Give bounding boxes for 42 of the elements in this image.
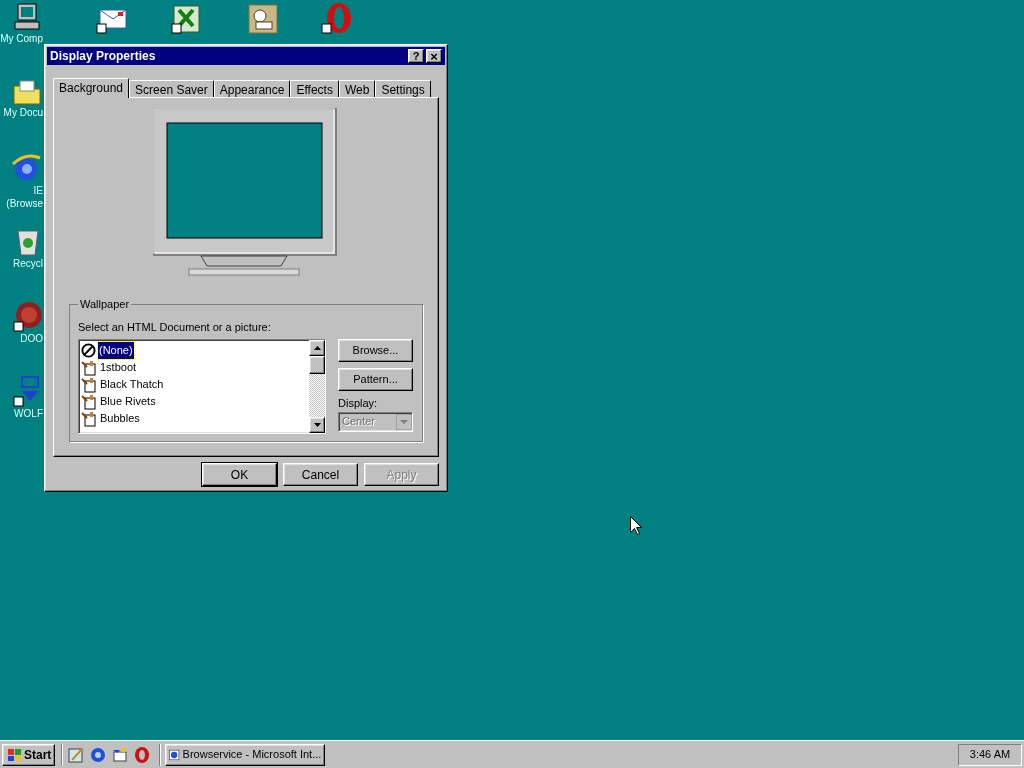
desktop-icon-label[interactable]: DOO	[20, 332, 43, 345]
list-label: Select an HTML Document or a picture:	[78, 319, 272, 335]
spreadsheet-icon[interactable]	[171, 4, 201, 34]
display-label: Display:	[338, 396, 379, 411]
no-entry-icon	[81, 343, 96, 358]
list-item[interactable]: Black Thatch	[99, 376, 165, 393]
tab[interactable]: Effects	[290, 80, 339, 97]
list-item[interactable]: (None)	[98, 342, 134, 359]
close-button[interactable]: ×	[426, 49, 442, 63]
list-item[interactable]: 1stboot	[99, 359, 138, 376]
letter-o-logo-icon[interactable]	[320, 2, 354, 34]
dialog-button[interactable]: OK	[202, 463, 277, 486]
tab[interactable]: Screen Saver	[129, 80, 214, 97]
group-label: Wallpaper	[79, 297, 131, 312]
scroll-up-icon[interactable]	[313, 346, 321, 350]
tab[interactable]: Appearance	[213, 80, 291, 97]
pencil-note-icon[interactable]	[67, 745, 86, 764]
scroll-down-icon[interactable]	[313, 423, 321, 427]
window-title: Display Properties	[50, 48, 156, 65]
desktop-icon-label[interactable]: My Comp	[0, 32, 43, 45]
scrollbar[interactable]	[309, 340, 325, 433]
taskbar-clock: 3:46 AM	[958, 743, 1022, 766]
tab[interactable]: Background	[53, 78, 130, 98]
list-item[interactable]: Blue Rivets	[99, 393, 157, 410]
tab[interactable]: Web	[338, 80, 376, 97]
taskbar-task-button[interactable]: Browservice - Microsoft Int...	[165, 743, 326, 766]
browse-button[interactable]: Browse...	[338, 339, 413, 362]
scroll-thumb[interactable]	[309, 356, 325, 374]
folder-icon[interactable]	[12, 78, 42, 106]
list-item[interactable]: Bubbles	[99, 410, 141, 427]
desktop-icon-label[interactable]: My Docu	[3, 106, 43, 119]
dialog-button[interactable]: Cancel	[283, 463, 358, 486]
mouse-cursor-icon	[630, 516, 642, 535]
computer-icon[interactable]	[12, 2, 42, 32]
start-button[interactable]: Start	[2, 743, 56, 766]
tab[interactable]: Settings	[375, 80, 431, 97]
desktop-icon-label[interactable]: IE (Browse	[6, 184, 43, 210]
pattern-button[interactable]: Pattern...	[338, 368, 413, 391]
windows-flag-icon	[6, 747, 22, 762]
desktop-icon-label[interactable]: Recycl	[13, 257, 43, 270]
help-button[interactable]: ?	[408, 49, 424, 63]
desktop-icon-label[interactable]: WOLF	[14, 407, 43, 420]
